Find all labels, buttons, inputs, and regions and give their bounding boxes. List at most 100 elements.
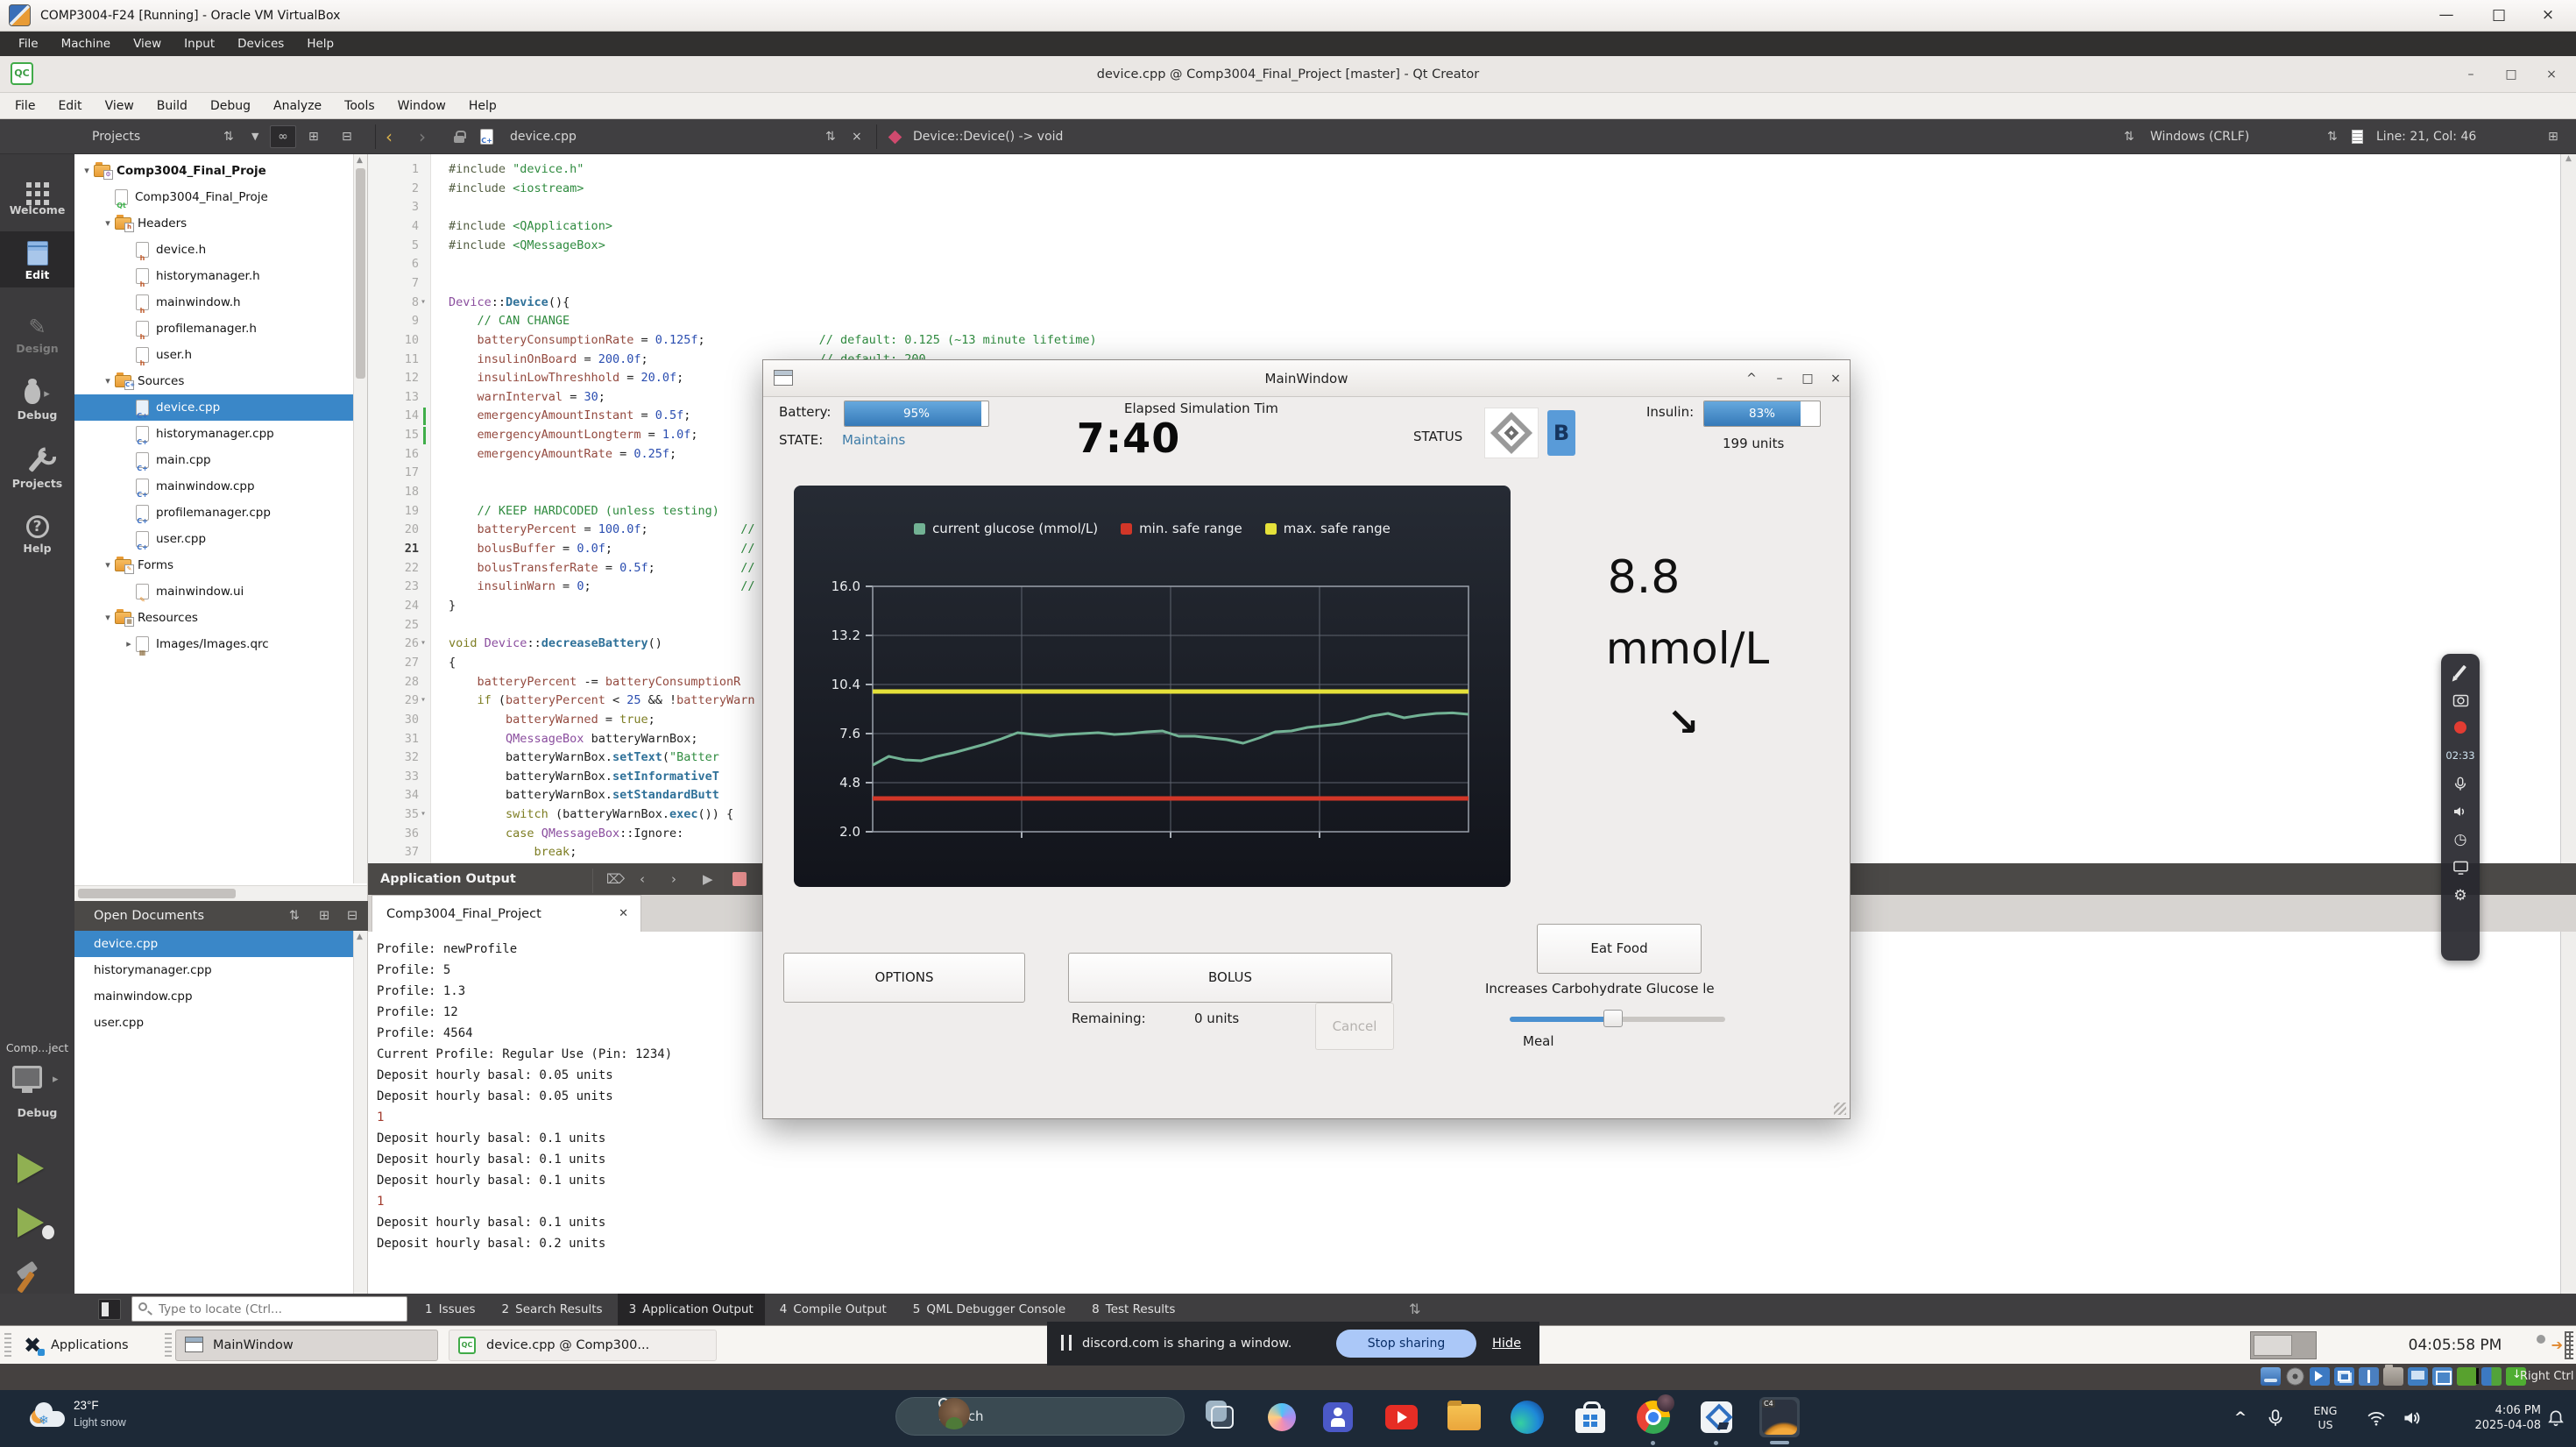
vbox-menu-machine[interactable]: Machine [50, 32, 123, 56]
qtcreator-close-button[interactable]: × [2534, 61, 2569, 88]
clear-output-icon[interactable]: ⌦ [606, 863, 625, 895]
mode-help[interactable]: ?Help [0, 505, 74, 561]
vm-task-device-cpp-comp300-[interactable]: QCdevice.cpp @ Comp300... [449, 1330, 717, 1361]
folder-status-icon[interactable] [2383, 1367, 2403, 1386]
bolus-button[interactable]: BOLUS [1068, 953, 1392, 1003]
encoding-dropdown-icon[interactable]: ⇅ [2124, 119, 2134, 154]
taskbar-search[interactable]: Search [895, 1397, 1185, 1436]
tree-item-images-images-qrc[interactable]: ▸▦Images/Images.qrc [74, 631, 353, 657]
cancel-button[interactable]: Cancel [1315, 1003, 1394, 1050]
meal-slider[interactable] [1510, 1009, 1725, 1028]
task-view-icon[interactable] [1202, 1397, 1242, 1437]
editor-scrollbar[interactable]: ▲ [2560, 154, 2576, 863]
stop-sharing-button[interactable]: Stop sharing [1336, 1330, 1476, 1358]
hdd-status-icon[interactable] [2261, 1367, 2281, 1386]
debug-run-button[interactable] [18, 1208, 44, 1238]
panel-handle-icon[interactable] [4, 1333, 11, 1358]
tree-item-device-h[interactable]: hdevice.h [74, 237, 353, 263]
cd-status-icon[interactable] [2285, 1367, 2305, 1386]
tree-item-mainwindow-cpp[interactable]: C+mainwindow.cpp [74, 473, 353, 500]
close-pane-icon[interactable]: ⊟ [342, 119, 352, 154]
output-pane-application-output[interactable]: 3Application Output [618, 1294, 765, 1325]
nets-status-icon[interactable] [2334, 1367, 2354, 1386]
gear-icon[interactable]: ⚙ [2453, 887, 2466, 904]
output-pane-test-results[interactable]: 8Test Results [1080, 1294, 1186, 1325]
output-pane-compile-output[interactable]: 4Compile Output [768, 1294, 898, 1325]
tree-item-user-h[interactable]: huser.h [74, 342, 353, 368]
qtc-menu-window[interactable]: Window [386, 93, 457, 119]
tree-item-mainwindow-ui[interactable]: ✎mainwindow.ui [74, 578, 353, 605]
project-selector-label[interactable]: Comp...ject [0, 1041, 74, 1054]
weather-description[interactable]: Light snow [74, 1416, 126, 1429]
youtube-icon[interactable] [1381, 1397, 1421, 1437]
vbox-menu-file[interactable]: File [7, 32, 50, 56]
language-indicator[interactable]: ENG US [2306, 1390, 2345, 1447]
dialog-titlebar[interactable]: MainWindow ^ – □ × [763, 360, 1850, 397]
projects-pane-selector[interactable]: Projects [92, 119, 140, 154]
logout-icon[interactable] [2535, 1335, 2561, 1356]
cursor-position[interactable]: Line: 21, Col: 46 [2376, 119, 2476, 154]
tree-item-mainwindow-h[interactable]: hmainwindow.h [74, 289, 353, 316]
qtcreator-minimize-button[interactable]: – [2453, 61, 2488, 88]
tree-item-historymanager-h[interactable]: hhistorymanager.h [74, 263, 353, 289]
qtc-menu-edit[interactable]: Edit [46, 93, 93, 119]
tree-item-profilemanager-h[interactable]: hprofilemanager.h [74, 316, 353, 342]
eat-food-button[interactable]: Eat Food [1537, 924, 1702, 974]
tree-item-device-cpp[interactable]: C+device.cpp [74, 394, 353, 421]
desktop-grid-icon[interactable] [2565, 1331, 2573, 1359]
mic-icon[interactable] [2452, 775, 2468, 792]
speaker-icon[interactable] [2452, 803, 2468, 820]
tree-item-comp3004-final-proje[interactable]: QtComp3004_Final_Proje [74, 184, 353, 210]
open-documents-split-icon[interactable]: ⊞ [319, 901, 329, 931]
clip-status-icon[interactable] [2481, 1367, 2502, 1386]
run-button[interactable] [18, 1153, 44, 1183]
open-documents-sort-icon[interactable]: ⇅ [289, 901, 300, 931]
vbox-menu-help[interactable]: Help [295, 32, 345, 56]
prev-item-icon[interactable]: ‹ [640, 863, 645, 895]
usb-status-icon[interactable] [2359, 1367, 2379, 1386]
edge-icon[interactable] [1507, 1397, 1547, 1437]
close-button[interactable]: × [2523, 0, 2572, 32]
tray-chevron-icon[interactable]: ^ [2227, 1390, 2254, 1447]
weather-temperature[interactable]: 23°F [74, 1399, 99, 1412]
qtc-menu-analyze[interactable]: Analyze [262, 93, 333, 119]
vm-icon[interactable]: C4 [1759, 1397, 1800, 1437]
output-scrollbar[interactable] [2560, 932, 2576, 1294]
vm-task-mainwindow[interactable]: MainWindow [175, 1330, 438, 1361]
open-document-historymanager-cpp[interactable]: historymanager.cpp [74, 957, 367, 983]
vm-clock[interactable]: 04:05:58 PM [2381, 1326, 2529, 1365]
dialog-maximize-button[interactable]: □ [1794, 360, 1822, 397]
seamless-status-icon[interactable] [2432, 1367, 2452, 1386]
store-icon[interactable] [1570, 1397, 1610, 1437]
volume-icon[interactable] [2403, 1390, 2422, 1447]
record-icon[interactable] [2454, 719, 2466, 736]
split-editor-icon[interactable]: ⊞ [2548, 119, 2558, 154]
tree-item-forms[interactable]: ▾✎Forms [74, 552, 353, 578]
stop-icon[interactable] [732, 872, 747, 886]
qtc-menu-help[interactable]: Help [457, 93, 508, 119]
tree-item-headers[interactable]: ▾hHeaders [74, 210, 353, 237]
tree-item-resources[interactable]: ▾▦Resources [74, 605, 353, 631]
output-pane-qml-debugger-console[interactable]: 5QML Debugger Console [902, 1294, 1077, 1325]
options-button[interactable]: OPTIONS [783, 953, 1025, 1003]
minimize-button[interactable]: — [2422, 0, 2471, 32]
open-documents-close-icon[interactable]: ⊟ [347, 901, 357, 931]
dialog-close-button[interactable]: × [1822, 360, 1850, 397]
dialog-minimize-button[interactable]: – [1766, 360, 1794, 397]
link-with-editor-icon[interactable]: ∞ [270, 125, 296, 148]
wifi-icon[interactable] [2366, 1390, 2387, 1447]
open-document-mainwindow-cpp[interactable]: mainwindow.cpp [74, 983, 367, 1010]
notifications-icon[interactable] [2546, 1390, 2565, 1447]
tree-item-historymanager-cpp[interactable]: C+historymanager.cpp [74, 421, 353, 447]
virtualbox-icon[interactable] [1696, 1397, 1737, 1437]
current-symbol[interactable]: Device::Device() -> void [913, 119, 1063, 154]
net-status-icon[interactable] [2457, 1367, 2477, 1386]
sort-icon[interactable]: ⇅ [223, 119, 234, 154]
maximize-button[interactable]: □ [2474, 0, 2523, 32]
vbox-menu-view[interactable]: View [122, 32, 173, 56]
hide-link[interactable]: Hide [1492, 1322, 1521, 1365]
lineending-dropdown-icon[interactable]: ⇅ [2327, 119, 2338, 154]
qtcreator-maximize-button[interactable]: □ [2494, 61, 2529, 88]
qtc-menu-debug[interactable]: Debug [199, 93, 262, 119]
meal-slider-handle[interactable] [1603, 1010, 1623, 1027]
